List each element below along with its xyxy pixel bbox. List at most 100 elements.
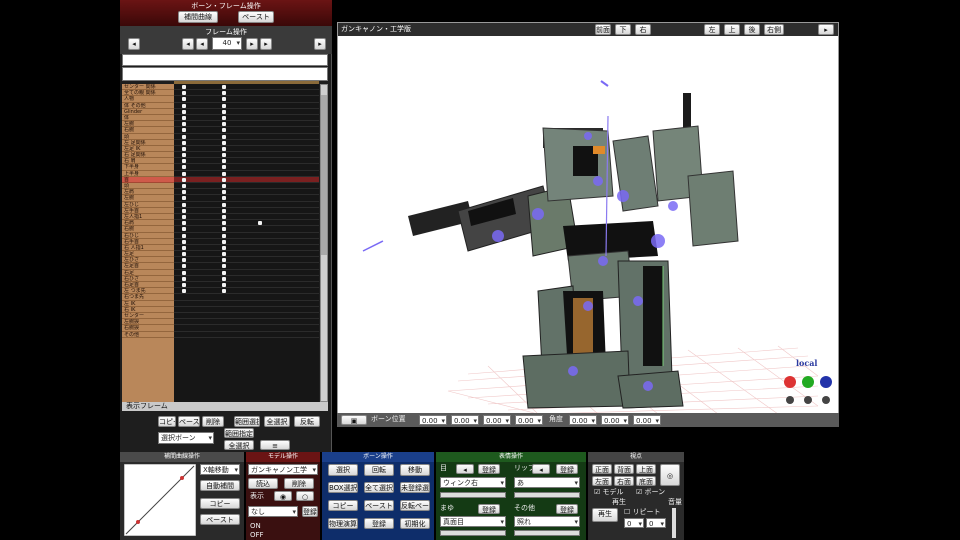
keyframe-marker[interactable] [222, 270, 226, 275]
keyframe-marker[interactable] [222, 276, 226, 281]
keyframe-marker[interactable] [222, 128, 226, 133]
keyframe-marker[interactable] [222, 252, 226, 257]
range-spec-button[interactable]: 範囲指定 [224, 428, 254, 438]
view-front-btn[interactable]: 正面 [592, 464, 612, 474]
angle-x-field[interactable]: 0.00 [569, 415, 597, 425]
brow-morph-select[interactable]: 真面目 [440, 516, 506, 527]
3d-viewport[interactable]: ガンキャノン・工学版 前面 下 右 左 上 後 右側 ▸ local [337, 22, 839, 427]
model-checkbox[interactable]: ☑ モデル [594, 488, 624, 497]
vertical-scrollbar[interactable] [320, 84, 328, 402]
keyframe-marker[interactable] [182, 171, 186, 176]
view-top-btn[interactable]: 上面 [636, 464, 656, 474]
pos-z-field[interactable]: 0.00 [483, 415, 511, 425]
all-select-button[interactable]: 全選択 [224, 440, 254, 450]
view-back-btn[interactable]: 背面 [614, 464, 634, 474]
view-top-button[interactable]: 上 [724, 24, 740, 35]
keyframe-marker[interactable] [222, 214, 226, 219]
scrollbar-thumb[interactable] [321, 95, 327, 255]
keyframe-marker[interactable] [222, 184, 226, 188]
keyframe-marker[interactable] [222, 289, 226, 294]
other-slider[interactable] [514, 530, 580, 536]
keyframe-marker[interactable] [182, 283, 186, 287]
paste-frame-button[interactable]: ペースト [178, 416, 200, 427]
keyframe-marker[interactable] [182, 264, 186, 269]
display-toggle-2[interactable]: ○ [296, 491, 314, 501]
keyframe-marker[interactable] [182, 134, 186, 139]
interp-paste-button[interactable]: ペースト [200, 514, 240, 525]
accessory-select[interactable]: なし [248, 506, 298, 517]
eye-register-button[interactable]: 登録 [478, 464, 500, 474]
keyframe-marker[interactable] [182, 122, 186, 127]
brow-slider[interactable] [440, 530, 506, 536]
keyframe-marker[interactable] [182, 227, 186, 232]
next-key-button[interactable]: ▸ [246, 38, 258, 50]
keyframe-marker[interactable] [182, 252, 186, 257]
view-back-button[interactable]: 後 [744, 24, 760, 35]
pos-w-field[interactable]: 0.00 [515, 415, 543, 425]
lip-prev-button[interactable]: ◂ [532, 464, 550, 474]
keyframe-marker[interactable] [222, 159, 226, 164]
keyframe-marker[interactable] [182, 270, 186, 275]
keyframe-marker[interactable] [182, 245, 186, 250]
lip-morph-select[interactable]: あ [514, 477, 580, 488]
frame-to-field[interactable]: 0 [646, 518, 666, 528]
keyframe-marker[interactable] [222, 171, 226, 176]
physics-button[interactable]: 物理演算 [328, 518, 358, 529]
lip-register-button[interactable]: 登録 [556, 464, 578, 474]
keyframe-marker[interactable] [182, 289, 186, 294]
keyframe-marker[interactable] [182, 202, 186, 207]
bone-rotate-button[interactable]: 回転 [364, 464, 394, 476]
reverse-paste-button[interactable]: 反転ペースト [400, 500, 430, 511]
frame-number-input[interactable]: 40 [212, 37, 242, 50]
interp-curve-editor[interactable] [124, 464, 196, 536]
bone-paste-button[interactable]: ペースト [364, 500, 394, 511]
prev-frame-button[interactable]: ◂ [182, 38, 194, 50]
keyframe-marker[interactable] [182, 221, 186, 226]
view-left-button[interactable]: 左 [704, 24, 720, 35]
volume-slider[interactable] [672, 508, 676, 538]
keyframe-marker[interactable] [182, 153, 186, 158]
bone-select-button[interactable]: 選択 [328, 464, 358, 476]
bone-init-button[interactable]: 初期化 [400, 518, 430, 529]
keyframe-marker[interactable] [182, 146, 186, 151]
keyframe-marker[interactable] [182, 109, 186, 114]
keyframe-marker[interactable] [182, 208, 186, 213]
selected-bone-select[interactable]: 選択ボーン [158, 432, 214, 444]
keyframe-marker[interactable] [182, 85, 186, 89]
play-button[interactable]: 再生 [592, 508, 618, 522]
keyframe-marker[interactable] [222, 153, 226, 158]
keyframe-marker[interactable] [222, 264, 226, 269]
keyframe-marker[interactable] [222, 196, 226, 201]
keyframe-marker[interactable] [222, 245, 226, 250]
keyframe-marker[interactable] [222, 233, 226, 238]
display-toggle-1[interactable]: ◉ [274, 491, 292, 501]
interp-copy-button[interactable]: コピー [200, 498, 240, 509]
bone-all-select-button[interactable]: 全て選択 [364, 482, 394, 493]
model-register-button[interactable]: 登録 [302, 506, 318, 517]
axis-gizmo[interactable] [784, 376, 832, 404]
eye-morph-select[interactable]: ウィンク右 [440, 477, 506, 488]
model-render[interactable]: local [338, 36, 838, 414]
view-front-button[interactable]: 前面 [595, 24, 611, 35]
angle-y-field[interactable]: 0.00 [601, 415, 629, 425]
keyframe-marker[interactable] [182, 91, 186, 96]
keyframe-marker[interactable] [182, 159, 186, 164]
prev-key-button[interactable]: ◂ [196, 38, 208, 50]
keyframe-marker[interactable] [222, 202, 226, 207]
track-filter-field[interactable] [122, 67, 328, 81]
keyframe-marker[interactable] [182, 97, 186, 102]
keyframe-marker[interactable] [222, 91, 226, 96]
invert-button[interactable]: 反転 [294, 416, 320, 427]
keyframe-marker[interactable] [222, 140, 226, 145]
keyframe-marker[interactable] [258, 221, 262, 226]
interp-curve-button[interactable]: 補間曲線 [178, 11, 218, 23]
view-bottom-button[interactable]: 下 [615, 24, 631, 35]
unregistered-select-button[interactable]: 未登録選択 [400, 482, 430, 493]
keyframe-marker[interactable] [222, 165, 226, 170]
view-bottom-btn[interactable]: 底面 [636, 476, 656, 486]
keyframe-grid[interactable] [174, 84, 319, 402]
paste-button[interactable]: ペースト [238, 11, 274, 23]
last-frame-button[interactable]: ▸ [314, 38, 326, 50]
extra-button[interactable]: ≡ [260, 440, 290, 450]
select-all-button[interactable]: 全選択 [264, 416, 290, 427]
